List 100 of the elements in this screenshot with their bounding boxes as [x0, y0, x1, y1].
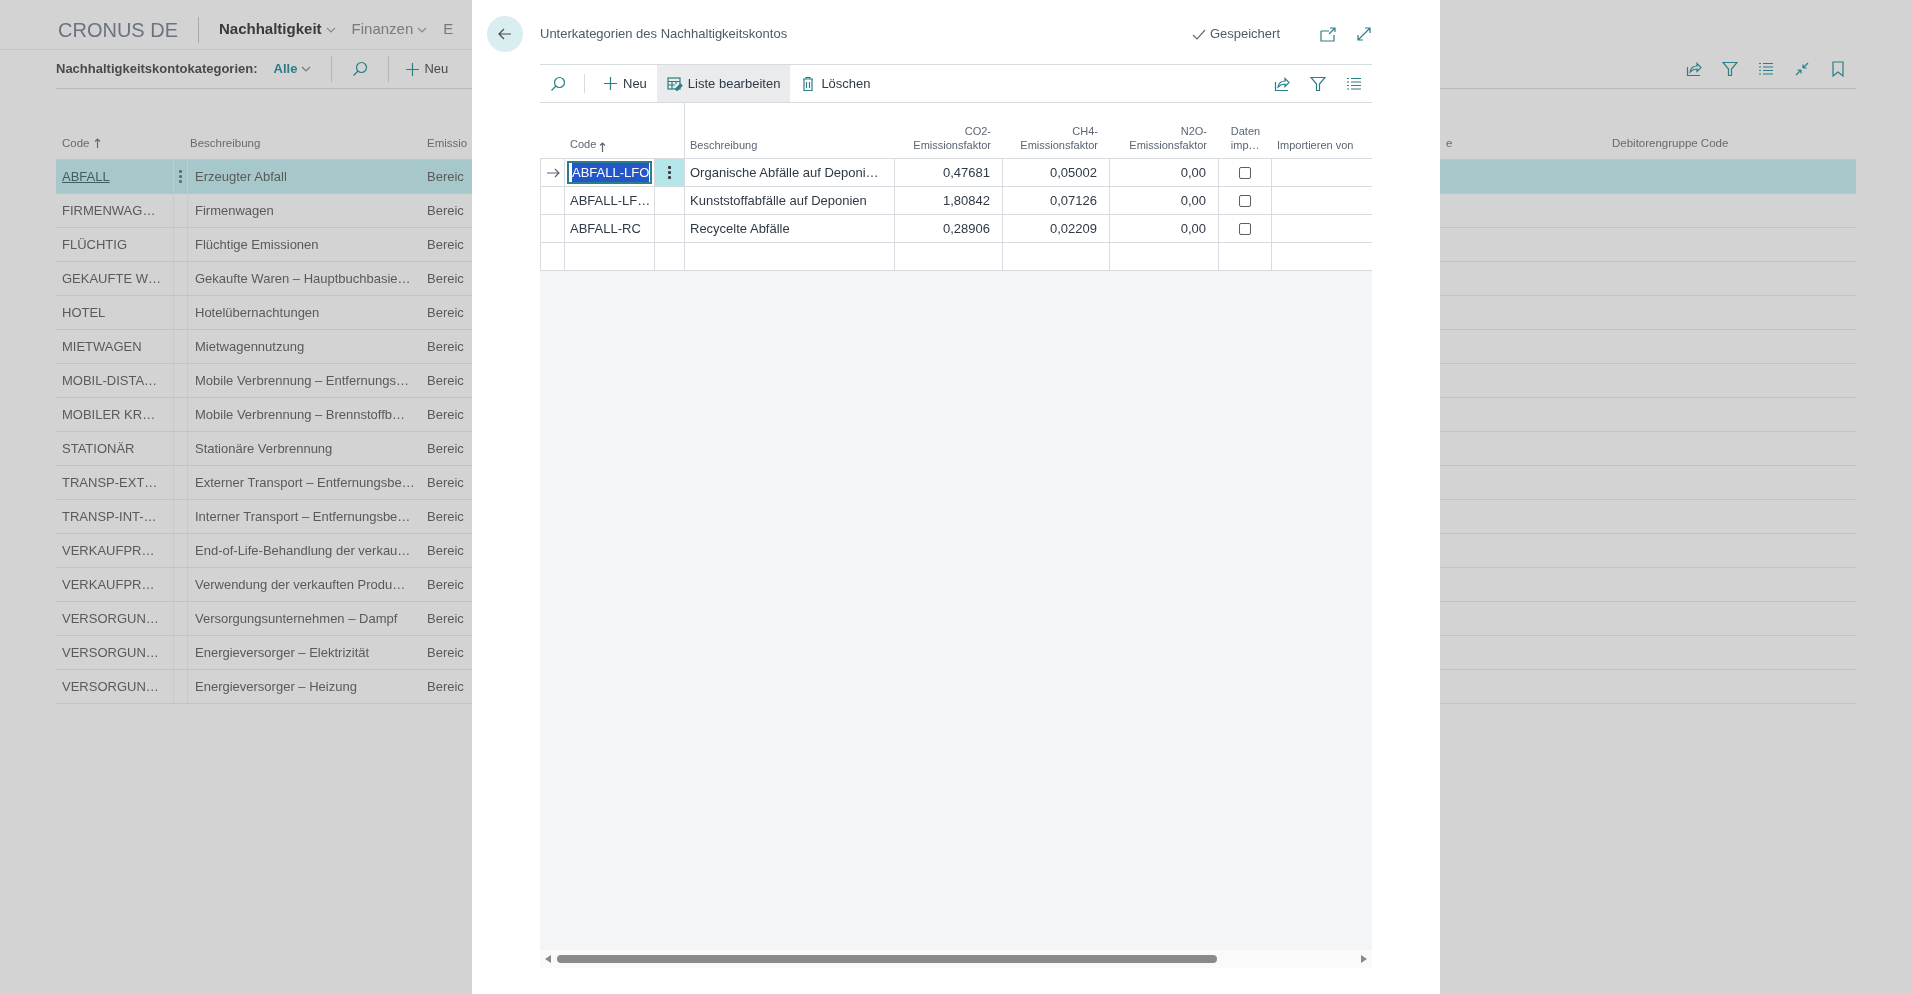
dialog-title: Unterkategorien des Nachhaltigkeitskontos [540, 25, 789, 44]
column-header[interactable]: Debitorengruppe Code [1612, 134, 1729, 152]
table-row[interactable]: ABFALL Erzeugter Abfall Bereic [56, 160, 472, 194]
table-cell-text: ABFALL-RC [570, 219, 641, 238]
column-header[interactable]: Beschreibung [690, 138, 758, 152]
table-row[interactable]: GEKAUFTE W… Gekaufte Waren – Hauptbuchbasie… Bereic [56, 262, 472, 296]
action-button[interactable]: Löschen [790, 65, 881, 102]
table-cell-text: Recycelte Abfälle [690, 219, 790, 238]
table-cell-text: Erzeugter Abfall [195, 167, 287, 186]
table-cell-text: Bereic [427, 269, 465, 288]
saved-status: Gespeichert [1209, 25, 1280, 44]
table-cell-text: Versorgungsunternehmen – Dampf [195, 609, 398, 628]
bookmark-icon[interactable] [1830, 61, 1846, 77]
checkbox[interactable] [1239, 194, 1251, 207]
table-row[interactable]: VERKAUFPR… Verwendung der verkauften Produ… Bereic [56, 568, 472, 602]
table-cell-text: Gekaufte Waren – Hauptbuchbasie… [195, 269, 411, 288]
plus-icon [603, 76, 618, 91]
table-row[interactable]: HOTEL Hotelübernachtungen Bereic [56, 296, 472, 330]
row-marker-cell[interactable] [540, 187, 565, 214]
nav-menu-item[interactable]: Nachhaltigkeit [219, 18, 336, 41]
table-row[interactable]: MOBIL-DISTA… Mobile Verbrennung – Entfernungs… Bereic [56, 364, 472, 398]
filter-dropdown[interactable]: Alle [273, 59, 324, 79]
column-header[interactable]: e [1440, 134, 1612, 152]
filter-icon[interactable] [1310, 75, 1326, 92]
back-button[interactable] [487, 16, 523, 52]
table-cell-text: MOBIL-DISTA… [62, 371, 158, 390]
table-cell-text: Bereic [427, 575, 465, 594]
list-title: Nachhaltigkeitskontokategorien: [56, 60, 259, 79]
table-cell-text: FLÜCHTIG [62, 235, 127, 254]
action-button[interactable]: Neu [593, 65, 657, 102]
table-cell-text: Bereic [427, 541, 465, 560]
nav-menu-item[interactable]: Finanzen [351, 18, 428, 41]
table-cell-text: Bereic [427, 235, 465, 254]
row-marker-cell[interactable] [540, 215, 565, 242]
table-cell-text: Mobile Verbrennung – Brennstoffb… [195, 405, 406, 424]
table-cell-text: MIETWAGEN [62, 337, 142, 356]
table-cell-text: Stationäre Verbrennung [195, 439, 333, 458]
table-row[interactable]: TRANSP-INT-… Interner Transport – Entfernungsbe… Bereic [56, 500, 472, 534]
table-cell-text: Bereic [427, 439, 465, 458]
new-button[interactable]: Neu [397, 59, 457, 79]
table-row[interactable]: TRANSP-EXT… Externer Transport – Entfernungsbe… Bereic [56, 466, 472, 500]
table-cell-text: VERSORGUN… [62, 609, 159, 628]
row-marker-cell[interactable] [540, 243, 565, 270]
code-link[interactable]: ABFALL [62, 166, 110, 187]
search-icon[interactable] [550, 75, 566, 92]
collapse-icon[interactable] [1794, 61, 1810, 77]
table-row[interactable]: FIRMENWAG… Firmenwagen Bereic [56, 194, 472, 228]
table-cell-text: FIRMENWAG… [62, 201, 156, 220]
column-header[interactable]: Emissio [427, 134, 472, 152]
table-row[interactable]: VERKAUFPR… End-of-Life-Behandlung der verkau… Bereic [56, 534, 472, 568]
checkbox[interactable] [1239, 222, 1251, 235]
column-header[interactable]: Beschreibung [188, 134, 427, 152]
filter-icon[interactable] [1722, 61, 1738, 77]
scrollbar-thumb[interactable] [557, 955, 1217, 963]
list-view-icon[interactable] [1758, 61, 1774, 77]
table-row[interactable]: STATIONÄR Stationäre Verbrennung Bereic [56, 432, 472, 466]
table-cell-text: Bereic [427, 473, 465, 492]
table-cell-text: MOBILER KR… [62, 405, 156, 424]
table-row[interactable]: VERSORGUN… Energieversorger – Elektrizität Bereic [56, 636, 472, 670]
table-row[interactable]: VERSORGUN… Energieversorger – Heizung Bereic [56, 670, 472, 704]
input-field[interactable]: ABFALL-LFO [567, 161, 652, 184]
nav-menu-item[interactable]: E [443, 18, 454, 41]
more-options-icon[interactable] [668, 166, 671, 179]
column-header[interactable]: CH4-Emissionsfaktor [1020, 124, 1098, 152]
share-icon[interactable] [1686, 61, 1702, 77]
arrow-right-icon [545, 166, 560, 179]
column-header[interactable]: CO2-Emissionsfaktor [913, 124, 991, 152]
table-cell-text: Hotelübernachtungen [195, 303, 320, 322]
table-row[interactable]: VERSORGUN… Versorgungsunternehmen – Dampf Bereic [56, 602, 472, 636]
table-cell-text: 0,02209 [1050, 219, 1097, 238]
table-cell-text: Externer Transport – Entfernungsbe… [195, 473, 415, 492]
table-cell-text: Bereic [427, 167, 465, 186]
table-cell-text: 0,00 [1180, 163, 1206, 182]
table-cell-text: ABFALL-LF… [570, 191, 651, 210]
table-cell-text: 0,05002 [1050, 163, 1097, 182]
table-cell-text: Flüchtige Emissionen [195, 235, 319, 254]
column-header[interactable]: Daten imp… [1230, 124, 1261, 152]
table-row[interactable]: FLÜCHTIG Flüchtige Emissionen Bereic [56, 228, 472, 262]
column-header[interactable]: Importieren von [1277, 138, 1354, 152]
table-cell-text: Bereic [427, 405, 465, 424]
pop-out-icon[interactable] [1320, 26, 1336, 42]
column-header[interactable]: Code [62, 134, 90, 152]
share-icon[interactable] [1274, 75, 1290, 92]
checkbox[interactable] [1239, 166, 1251, 179]
row-marker-cell[interactable] [540, 159, 565, 186]
checkmark-icon [1191, 28, 1206, 40]
search-icon[interactable] [352, 61, 369, 77]
table-cell-text: Verwendung der verkauften Produ… [195, 575, 406, 594]
table-cell-text: Energieversorger – Heizung [195, 677, 357, 696]
expand-icon[interactable] [1356, 26, 1372, 42]
column-header[interactable]: N2O-Emissionsfaktor [1129, 124, 1207, 152]
table-cell-text: VERSORGUN… [62, 677, 159, 696]
action-button[interactable]: Liste bearbeiten [656, 65, 791, 102]
table-cell-text: Bereic [427, 303, 465, 322]
table-cell-text: Mobile Verbrennung – Entfernungs… [195, 371, 409, 390]
horizontal-scrollbar[interactable] [540, 950, 1372, 968]
table-row[interactable]: MOBILER KR… Mobile Verbrennung – Brennstoffb… Bereic [56, 398, 472, 432]
list-view-icon[interactable] [1346, 75, 1362, 92]
table-row[interactable]: MIETWAGEN Mietwagennutzung Bereic [56, 330, 472, 364]
column-header[interactable]: Code [570, 135, 597, 152]
